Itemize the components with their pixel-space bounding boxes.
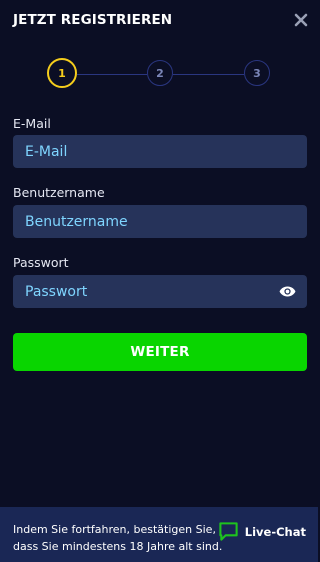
step-number: 1	[58, 66, 66, 80]
modal-title: JETZT REGISTRIEREN	[13, 12, 173, 28]
username-label: Benutzername	[13, 185, 105, 200]
email-label: E-Mail	[13, 116, 51, 131]
step-1: 1	[47, 58, 77, 88]
close-icon[interactable]	[294, 13, 308, 27]
modal-header: JETZT REGISTRIEREN	[13, 11, 308, 31]
registration-stepper: 1 2 3	[47, 58, 271, 90]
step-2: 2	[147, 60, 173, 86]
footer-bar: Indem Sie fortfahren, bestätigen Sie, da…	[0, 507, 318, 562]
step-number: 2	[156, 66, 164, 80]
password-field[interactable]	[13, 275, 307, 308]
password-field-wrapper	[13, 275, 307, 308]
chat-bubble-icon	[219, 522, 238, 541]
step-3: 3	[244, 60, 270, 86]
continue-button[interactable]: WEITER	[13, 333, 307, 371]
email-field-wrapper	[13, 135, 307, 168]
live-chat-button[interactable]: Live-Chat	[218, 521, 306, 542]
email-field[interactable]	[13, 135, 307, 168]
username-field-wrapper	[13, 205, 307, 238]
password-label: Passwort	[13, 255, 69, 270]
username-field[interactable]	[13, 205, 307, 238]
step-number: 3	[253, 66, 261, 80]
eye-icon[interactable]	[279, 285, 296, 298]
live-chat-label: Live-Chat	[244, 524, 306, 539]
stepper-connector	[173, 74, 244, 75]
stepper-connector	[77, 74, 147, 75]
age-confirmation-notice: Indem Sie fortfahren, bestätigen Sie, da…	[13, 523, 223, 553]
